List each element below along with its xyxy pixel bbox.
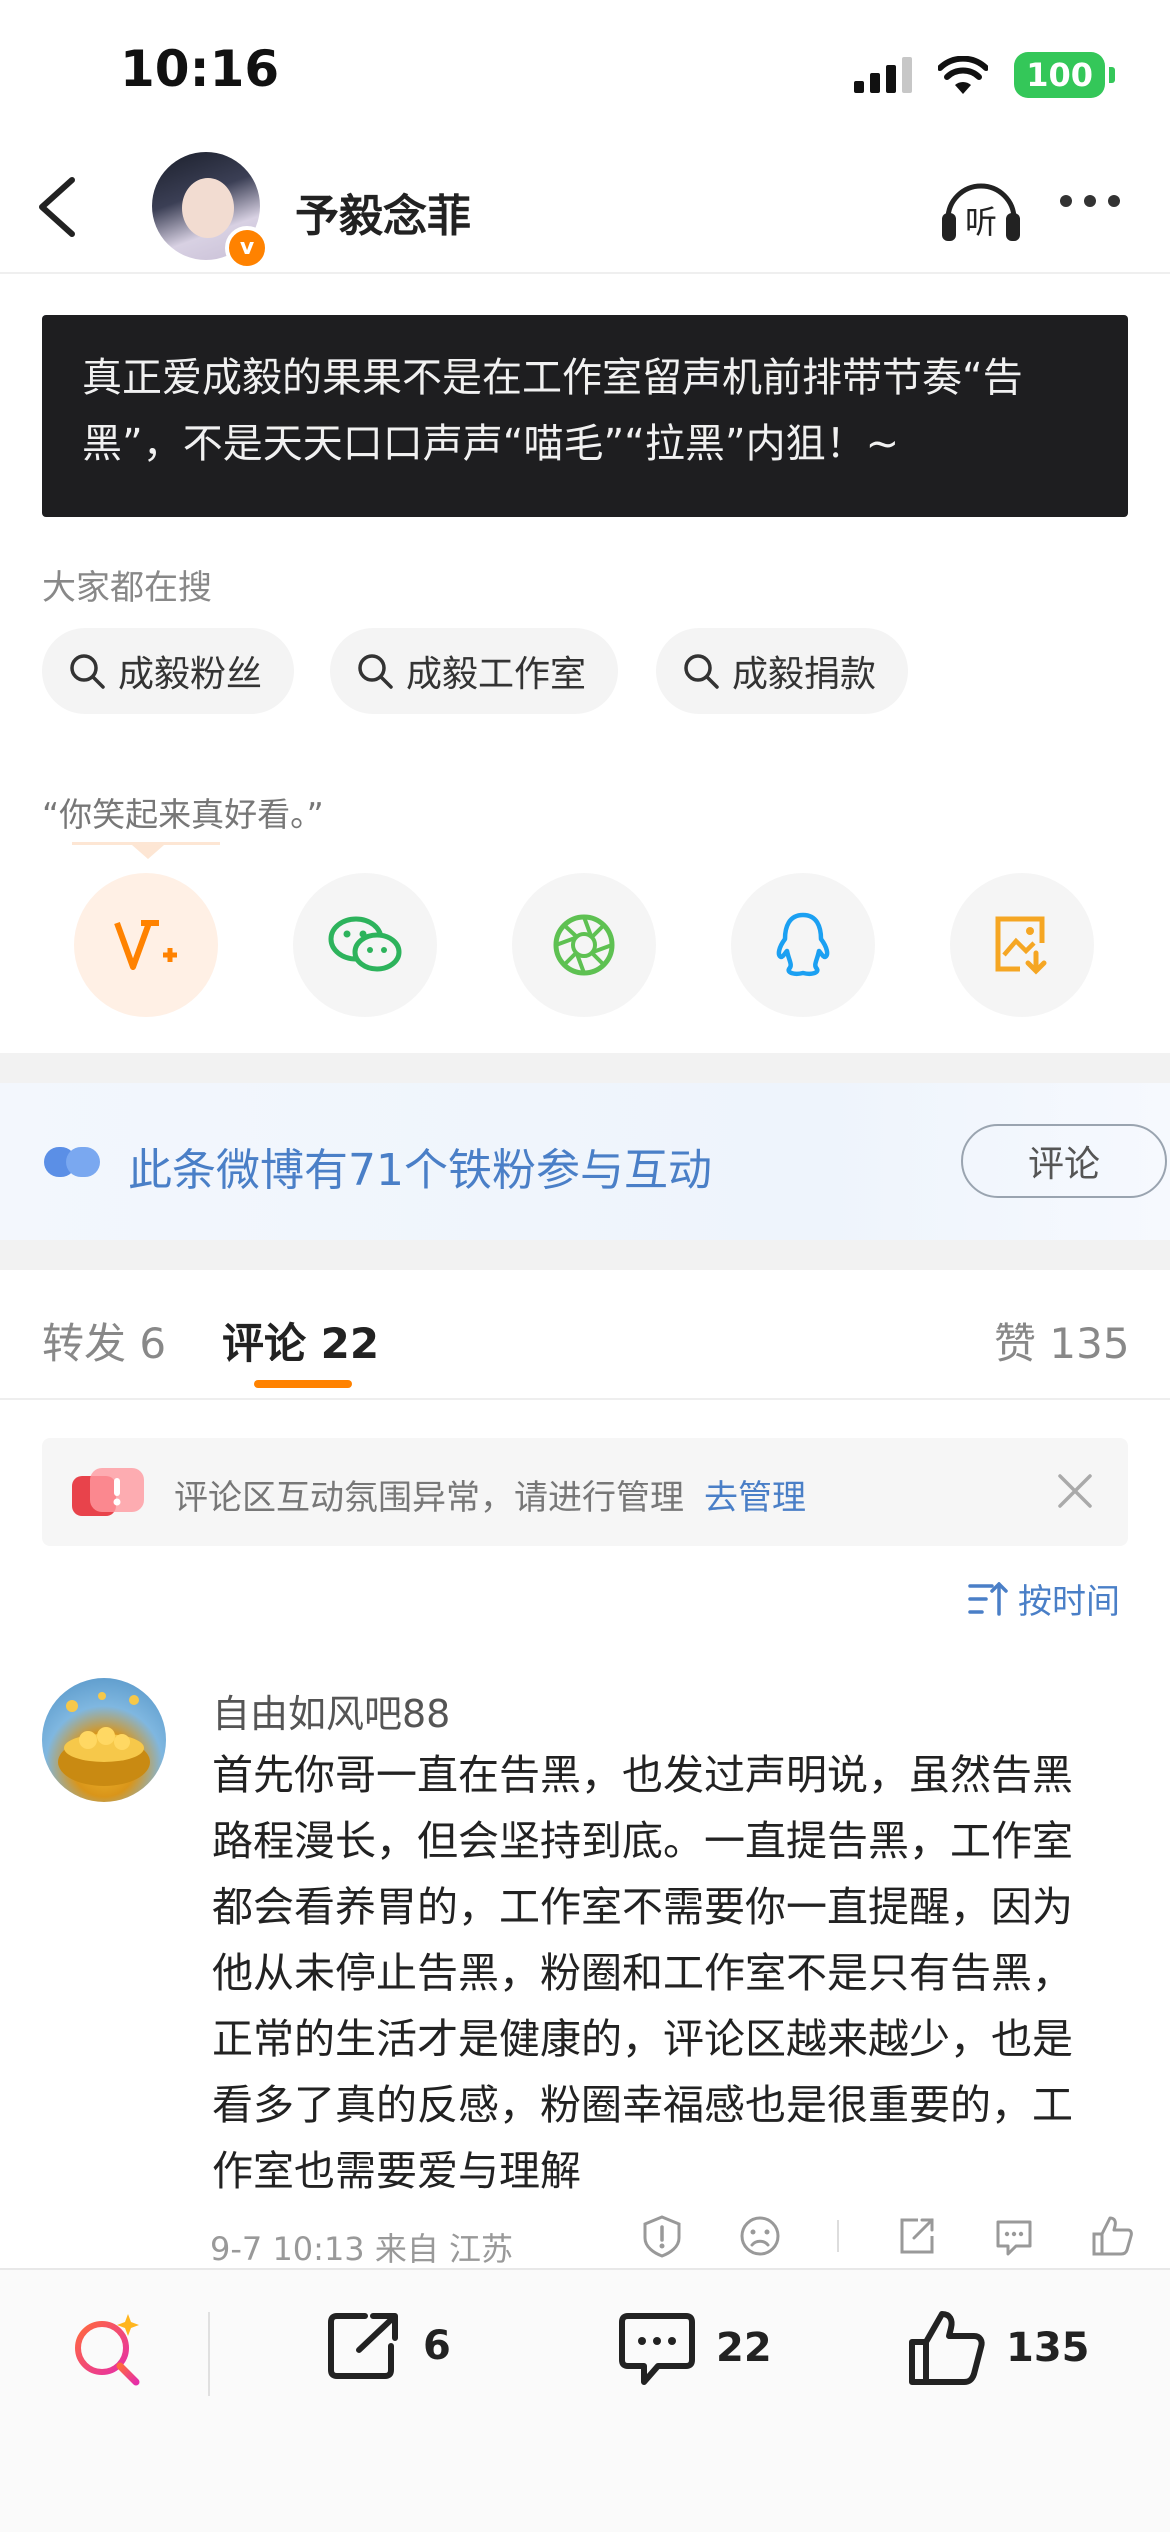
bottom-separator — [208, 2312, 210, 2396]
wifi-icon — [938, 56, 989, 94]
quote-text: “你笑起来真好看。” — [42, 795, 324, 834]
notice-text: 评论区互动氛围异常，请进行管理 — [174, 1478, 684, 1518]
tab-repost-count: 6 — [139, 1319, 167, 1368]
avatar-face — [182, 178, 234, 238]
trending-search-title: 大家都在搜 — [42, 568, 212, 608]
search-icon — [70, 654, 105, 689]
like-count: 135 — [1006, 2325, 1090, 2371]
search-chip-label: 成毅粉丝 — [118, 654, 263, 695]
tab-like[interactable]: 赞 135 — [994, 1310, 1130, 1371]
share-v-plus-button[interactable] — [74, 873, 218, 1017]
post-text: 真正爱成毅的果果不是在工作室留声机前排带节奏“告黑”，不是天天口口声声“喵毛”“… — [82, 355, 1023, 467]
comment-meta: 9-7 10:13 来自 江苏 — [210, 2230, 514, 2268]
comment-count-button[interactable]: 22 — [618, 2310, 772, 2386]
section-gap — [0, 1053, 1170, 1083]
sort-by-time-button[interactable]: 按时间 — [968, 1574, 1120, 1623]
bottom-action-bar: 6 22 135 — [0, 2268, 1170, 2532]
comment-icon — [619, 2313, 695, 2385]
tab-repost[interactable]: 转发 6 — [42, 1310, 166, 1371]
comment-button[interactable]: 评论 — [961, 1124, 1167, 1198]
fans-badge-icon — [44, 1147, 100, 1177]
comment-actions — [640, 2214, 1134, 2258]
nav-title[interactable]: 予毅念菲 — [295, 180, 471, 244]
tabs-divider — [0, 1398, 1170, 1400]
tab-comment-label: 评论 — [222, 1319, 307, 1368]
listen-headphone-icon[interactable]: 听 — [940, 175, 1022, 243]
back-icon[interactable] — [30, 172, 90, 242]
comment-notice-bar: 评论区互动氛围异常，请进行管理 去管理 — [42, 1438, 1128, 1546]
more-icon[interactable] — [1060, 195, 1120, 207]
manage-link[interactable]: 去管理 — [704, 1478, 806, 1518]
commenter-avatar[interactable] — [42, 1678, 166, 1802]
fans-interaction-text: 此条微博有71个铁粉参与互动 — [128, 1145, 712, 1196]
like-icon[interactable] — [1090, 2214, 1134, 2258]
search-icon — [684, 654, 719, 689]
moments-icon — [553, 914, 615, 976]
dislike-face-icon[interactable] — [738, 2214, 782, 2258]
post-text-card[interactable]: 真正爱成毅的果果不是在工作室留声机前排带节奏“告黑”，不是天天口口声声“喵毛”“… — [42, 315, 1128, 517]
qq-icon — [776, 912, 830, 977]
repost-count: 6 — [423, 2323, 451, 2369]
save-image-icon — [995, 916, 1047, 975]
share-icon[interactable] — [894, 2214, 938, 2258]
gold-pot-image — [58, 1692, 150, 1786]
search-chip-label: 成毅工作室 — [406, 654, 587, 695]
super-search-icon[interactable] — [68, 2310, 148, 2390]
section-gap — [0, 1240, 1170, 1270]
status-time: 10:16 — [120, 40, 280, 98]
verified-badge-icon: v — [225, 226, 269, 270]
reply-icon[interactable] — [992, 2214, 1036, 2258]
listen-label: 听 — [965, 203, 997, 241]
tab-like-label: 赞 — [994, 1319, 1037, 1368]
tab-repost-label: 转发 — [42, 1319, 127, 1368]
thumbs-up-icon — [909, 2311, 985, 2385]
active-tab-indicator — [254, 1380, 352, 1388]
commenter-name[interactable]: 自由如风吧88 — [212, 1683, 450, 1738]
signal-icon — [854, 57, 913, 93]
search-icon — [358, 654, 393, 689]
tooltip-pointer — [132, 845, 164, 859]
nav-divider — [0, 272, 1170, 274]
search-chip[interactable]: 成毅工作室 — [330, 628, 619, 714]
comment-body: 首先你哥一直在告黑，也发过声明说，虽然告黑路程漫长，但会坚持到底。一直提告黑，工… — [212, 1751, 1073, 2195]
notice-text-wrap: 评论区互动氛围异常，请进行管理 去管理 — [174, 1470, 806, 1519]
search-chip-label: 成毅捐款 — [732, 654, 877, 695]
repost-button[interactable]: 6 — [325, 2310, 451, 2382]
battery-cap — [1109, 67, 1115, 83]
sort-label: 按时间 — [1018, 1582, 1120, 1622]
alert-chat-icon — [72, 1468, 144, 1516]
report-icon[interactable] — [640, 2214, 684, 2258]
share-qq-button[interactable] — [731, 873, 875, 1017]
comment-count: 22 — [716, 2325, 772, 2371]
status-icons: 100 — [854, 52, 1115, 98]
battery-indicator: 100 — [1014, 52, 1105, 98]
sort-icon — [968, 1581, 1008, 1616]
action-separator — [837, 2220, 839, 2252]
close-icon[interactable] — [1052, 1468, 1098, 1514]
tab-comment[interactable]: 评论 22 — [222, 1310, 379, 1371]
search-chip[interactable]: 成毅捐款 — [656, 628, 909, 714]
wechat-icon — [328, 916, 402, 972]
share-moments-button[interactable] — [512, 873, 656, 1017]
share-wechat-button[interactable] — [293, 873, 437, 1017]
tab-comment-count: 22 — [320, 1319, 380, 1368]
v-plus-icon — [114, 920, 177, 970]
repost-icon — [328, 2313, 398, 2379]
search-chip[interactable]: 成毅粉丝 — [42, 628, 295, 714]
share-save-image-button[interactable] — [950, 873, 1094, 1017]
like-button[interactable]: 135 — [908, 2310, 1090, 2386]
tab-like-count: 135 — [1049, 1319, 1130, 1368]
